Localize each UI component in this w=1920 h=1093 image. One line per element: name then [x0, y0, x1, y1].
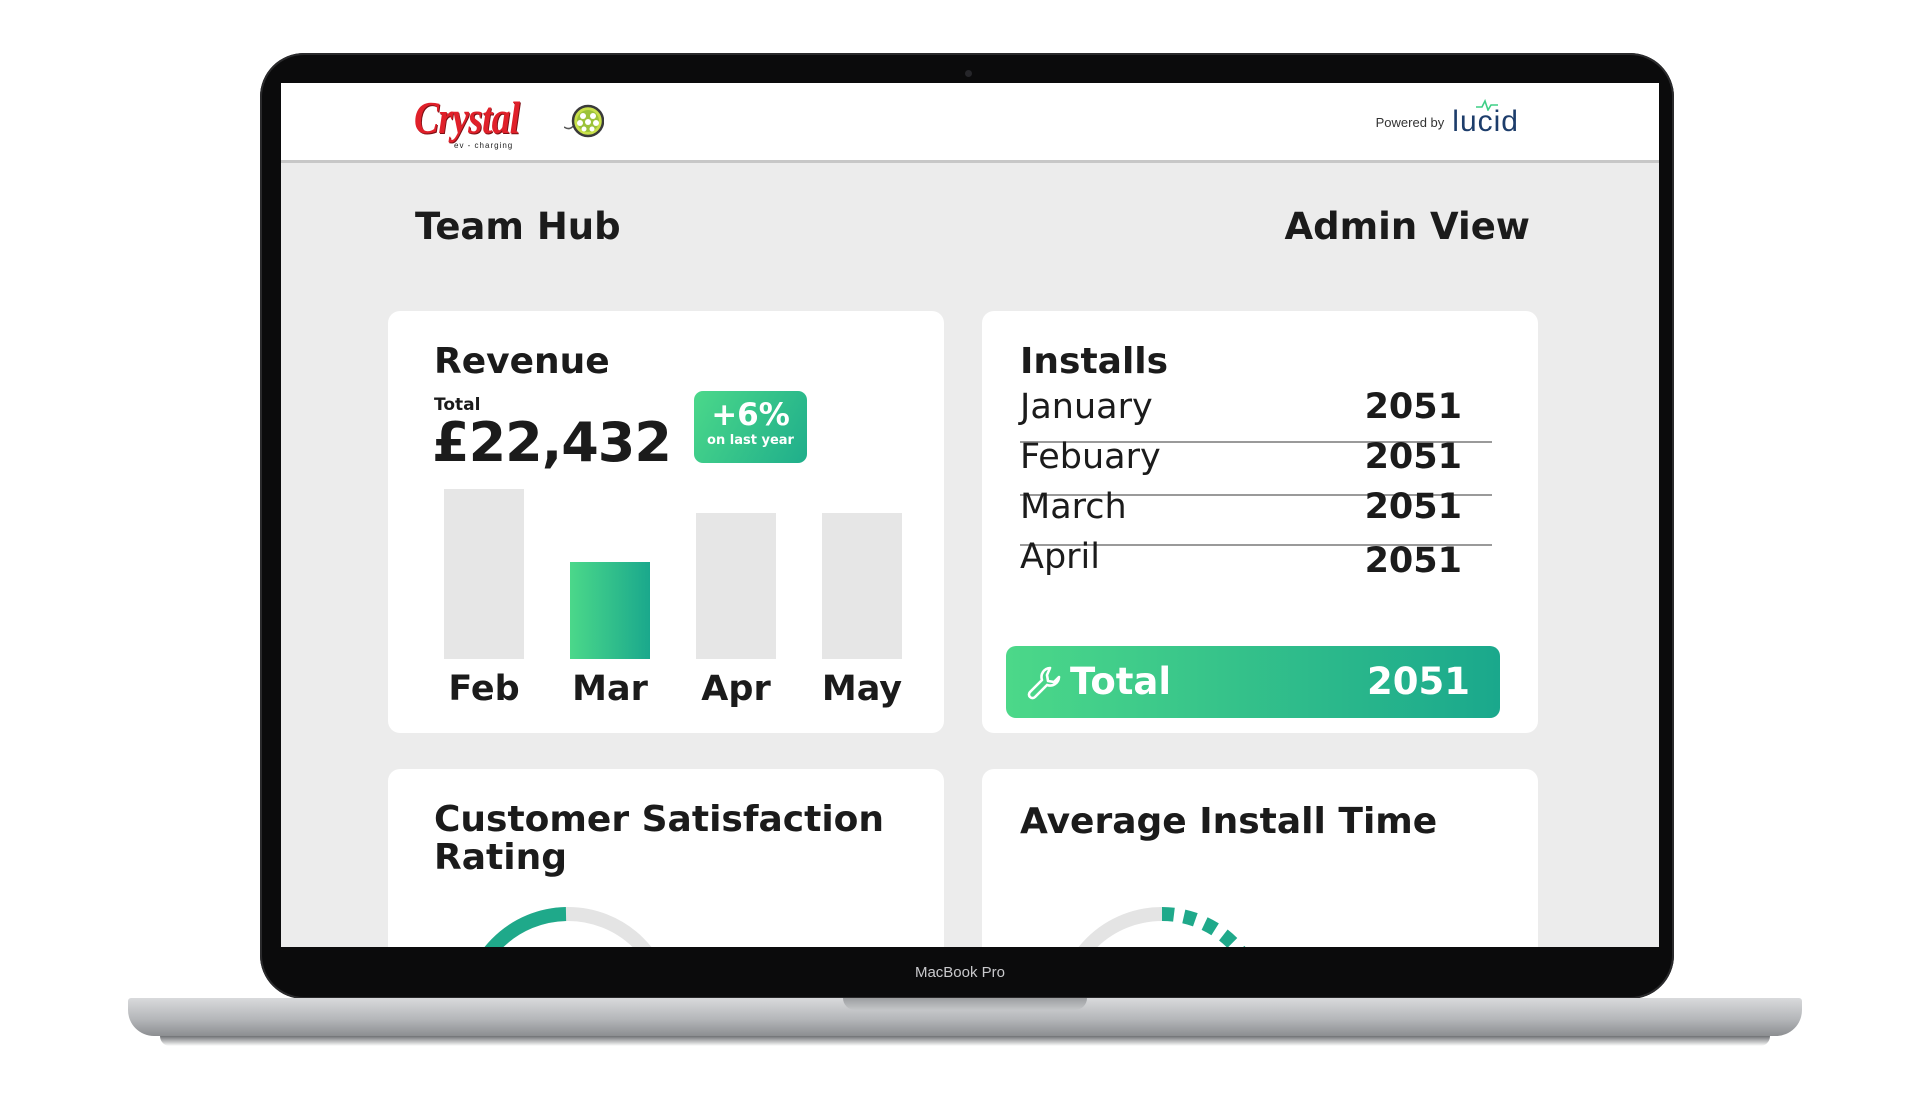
revenue-bar-mar[interactable]: [570, 562, 650, 659]
revenue-bar-may[interactable]: [822, 513, 902, 659]
app-screen: Crystal ev - charging Powered by lucid T…: [281, 83, 1659, 947]
satisfaction-card[interactable]: Customer Satisfaction Rating: [388, 769, 944, 947]
install-time-title: Average Install Time: [1020, 801, 1438, 842]
revenue-bar-label: Apr: [701, 669, 771, 709]
installs-card[interactable]: Installs January 2051 Febuary 2051 March…: [982, 311, 1538, 733]
install-value: 2051: [1364, 487, 1462, 527]
laptop-base-shadow: [160, 1036, 1770, 1046]
brand-tagline: ev - charging: [454, 141, 514, 150]
installs-total-value: 2051: [1367, 660, 1470, 703]
revenue-bar-label: Mar: [572, 669, 648, 709]
revenue-bar-apr[interactable]: [696, 513, 776, 659]
satisfaction-title-line2: Rating: [434, 837, 567, 878]
lucid-logo: lucid: [1452, 99, 1519, 139]
page-title: Team Hub: [415, 205, 621, 248]
install-month: January: [1020, 387, 1153, 427]
revenue-bar-label: May: [821, 669, 903, 709]
installs-title: Installs: [1020, 341, 1169, 382]
install-time-card[interactable]: Average Install Time: [982, 769, 1538, 947]
revenue-bar-feb[interactable]: [444, 489, 524, 659]
install-value: 2051: [1364, 541, 1462, 581]
powered-by[interactable]: Powered by lucid: [1375, 99, 1519, 139]
satisfaction-gauge: [484, 907, 652, 947]
install-month: Febuary: [1020, 437, 1161, 477]
laptop-notch: [843, 998, 1087, 1010]
revenue-bar-label: Feb: [448, 669, 520, 709]
webcam: [965, 70, 972, 77]
install-time-gauge: [1078, 907, 1246, 947]
view-label[interactable]: Admin View: [1284, 205, 1530, 248]
wrench-icon: [1027, 666, 1061, 700]
revenue-bar-chart: Feb Mar Apr May: [388, 311, 944, 733]
installs-row-april: April 2051: [1020, 531, 1492, 591]
install-month: March: [1020, 487, 1127, 527]
ev-plug-icon: [564, 104, 604, 138]
install-value: 2051: [1364, 387, 1462, 427]
satisfaction-title-line1: Customer Satisfaction: [434, 799, 885, 840]
install-value: 2051: [1364, 437, 1462, 477]
brand-name: Crystal: [414, 92, 520, 143]
powered-by-label: Powered by: [1375, 114, 1445, 130]
pulse-icon: [1476, 99, 1499, 111]
brand-logo[interactable]: Crystal ev - charging: [414, 91, 654, 155]
install-month: April: [1020, 537, 1100, 577]
installs-total-label: Total: [1070, 660, 1172, 703]
installs-total-bar[interactable]: Total 2051: [1006, 646, 1500, 718]
satisfaction-title: Customer Satisfaction Rating: [434, 801, 884, 877]
device-label: MacBook Pro: [914, 964, 1006, 981]
top-bar: Crystal ev - charging Powered by lucid: [281, 83, 1659, 163]
revenue-card[interactable]: Revenue Total £22,432 +6% on last year F…: [388, 311, 944, 733]
